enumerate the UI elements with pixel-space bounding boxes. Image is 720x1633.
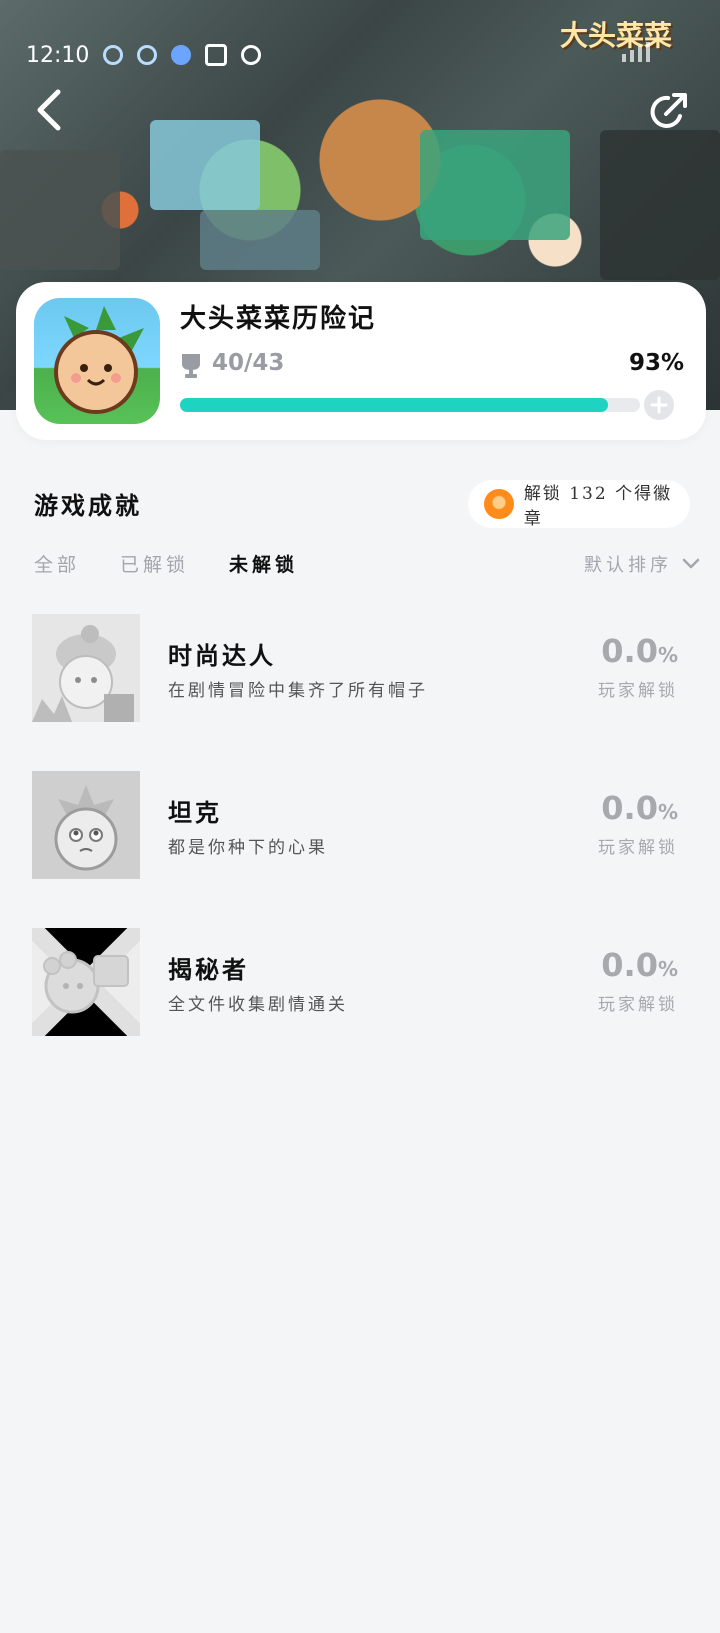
achievement-rate-unit: % bbox=[657, 800, 678, 824]
achievement-name: 坦克 bbox=[168, 798, 222, 827]
achievement-rate-unit: % bbox=[657, 957, 678, 981]
badge-reward-button[interactable]: 解锁 132 个得徽章 bbox=[468, 480, 690, 529]
game-title: 大头菜菜历险记 bbox=[180, 304, 377, 334]
achievement-name: 揭秘者 bbox=[168, 955, 249, 984]
achievement-percent: 93% bbox=[628, 350, 684, 376]
achievement-rate-value: 0.0 bbox=[601, 789, 658, 827]
achievement-rate: 0.0% bbox=[601, 946, 678, 984]
badge-reward-text: 解锁 132 个得徽章 bbox=[523, 484, 673, 529]
chevron-down-icon bbox=[682, 558, 700, 569]
achievement-thumbnail bbox=[32, 614, 140, 722]
achievement-rate-label: 玩家解锁 bbox=[598, 681, 678, 701]
nfc-icon bbox=[205, 44, 228, 66]
achievement-thumbnail bbox=[32, 771, 140, 879]
tab-all[interactable]: 全部 bbox=[34, 550, 80, 577]
filter-tabs: 全部 已解锁 未解锁 bbox=[34, 550, 338, 577]
achievement-rate: 0.0% bbox=[601, 632, 678, 670]
achievement-item[interactable]: 时尚达人 在剧情冒险中集齐了所有帽子 0.0% 玩家解锁 bbox=[0, 614, 720, 771]
achievement-item[interactable]: 揭秘者 全文件收集剧情通关 0.0% 玩家解锁 bbox=[0, 928, 720, 1085]
achievement-list: 时尚达人 在剧情冒险中集齐了所有帽子 0.0% 玩家解锁 坦克 都是你种下的心果… bbox=[0, 614, 720, 1085]
status-location-icon bbox=[171, 45, 192, 65]
achievement-rate-label: 玩家解锁 bbox=[598, 995, 678, 1015]
achievement-description: 全文件收集剧情通关 bbox=[168, 995, 348, 1015]
achievement-rate-unit: % bbox=[657, 643, 678, 667]
chevron-left-icon bbox=[37, 89, 61, 131]
status-sync-icon bbox=[137, 45, 158, 65]
tab-locked[interactable]: 未解锁 bbox=[229, 550, 298, 577]
hero-monitor bbox=[420, 130, 570, 240]
progress-bar bbox=[180, 398, 640, 412]
tab-unlocked[interactable]: 已解锁 bbox=[120, 550, 189, 577]
achievement-count: 40/43 bbox=[212, 350, 285, 376]
share-icon bbox=[650, 93, 687, 128]
sort-dropdown[interactable]: 默认排序 bbox=[584, 551, 700, 577]
signal-icon bbox=[622, 42, 650, 62]
status-bar: 12:10 bbox=[26, 38, 262, 72]
sort-label: 默认排序 bbox=[584, 555, 672, 576]
hero-monitor bbox=[200, 210, 320, 270]
plus-icon bbox=[650, 396, 668, 414]
hero-monitor bbox=[0, 150, 120, 270]
achievement-rate-value: 0.0 bbox=[601, 946, 658, 984]
achievement-description: 都是你种下的心果 bbox=[168, 838, 328, 858]
hero-monitor bbox=[150, 120, 260, 210]
back-button[interactable] bbox=[30, 86, 70, 134]
game-progress-card: 大头菜菜历险记 40/43 93% bbox=[16, 282, 706, 440]
game-app-icon bbox=[34, 298, 160, 424]
achievement-name: 时尚达人 bbox=[168, 641, 276, 670]
status-notification-icon bbox=[103, 45, 124, 65]
hero-monitor bbox=[600, 130, 720, 280]
progress-bar-fill bbox=[180, 398, 608, 412]
achievement-item[interactable]: 坦克 都是你种下的心果 0.0% 玩家解锁 bbox=[0, 771, 720, 928]
achievement-rate: 0.0% bbox=[601, 789, 678, 827]
alarm-icon bbox=[241, 45, 262, 65]
achievement-rate-label: 玩家解锁 bbox=[598, 838, 678, 858]
share-button[interactable] bbox=[646, 90, 690, 134]
section-title: 游戏成就 bbox=[34, 491, 142, 520]
progress-end-marker bbox=[644, 390, 674, 420]
achievement-thumbnail bbox=[32, 928, 140, 1036]
badge-icon bbox=[484, 489, 514, 519]
status-time: 12:10 bbox=[26, 42, 90, 68]
trophy-icon bbox=[182, 354, 200, 378]
achievement-description: 在剧情冒险中集齐了所有帽子 bbox=[168, 681, 428, 701]
achievement-rate-value: 0.0 bbox=[601, 632, 658, 670]
